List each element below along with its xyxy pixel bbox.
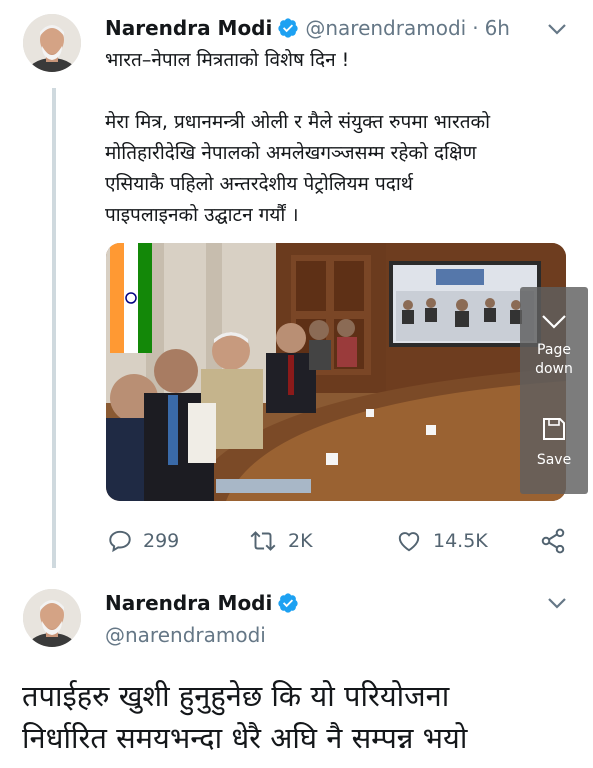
chevron-down-icon[interactable] — [546, 21, 568, 35]
tweet-reply-text: तपाईहरु खुशी हुनुहुनेछ कि यो परियोजना नि… — [22, 675, 582, 759]
author-name-row: Narendra Modi — [105, 591, 305, 615]
tweet-main: Narendra Modi @narendramodi · 6h भारत–ने… — [0, 0, 593, 575]
tweet-timestamp[interactable]: 6h — [485, 16, 510, 40]
retweet-icon — [250, 531, 276, 551]
like-count: 14.5K — [433, 530, 488, 552]
tweet-header: Narendra Modi @narendramodi · 6h — [105, 14, 510, 42]
tweet-reply-line: निर्धारित समयभन्दा धेरै अघि नै सम्पन्न भ… — [22, 721, 468, 755]
tweet-reply-line: तपाईहरु खुशी हुनुहुनेछ कि यो परियोजना — [22, 679, 450, 713]
reply-icon — [109, 530, 131, 553]
tweet-body: मेरा मित्र, प्रधानमन्त्री ओली र मैले संय… — [105, 107, 570, 231]
save-label: Save — [536, 452, 572, 468]
author-name[interactable]: Narendra Modi — [105, 591, 272, 615]
verified-badge-icon — [277, 592, 299, 614]
floating-tool-overlay: Page down Save — [520, 287, 588, 494]
author-avatar[interactable] — [23, 589, 81, 647]
share-button[interactable] — [539, 524, 577, 558]
tweet-actions: 299 2K 14.5K — [105, 524, 571, 558]
page-down-icon — [542, 315, 566, 329]
thread-connector-line — [52, 88, 56, 568]
tweet-body-line: पाइपलाइनको उद्घाटन गर्यौं । — [105, 204, 299, 226]
separator-dot: · — [472, 16, 479, 40]
tweet-reply: Narendra Modi @narendramodi तपाईहरु खुशी… — [0, 575, 593, 768]
author-name[interactable]: Narendra Modi — [105, 16, 272, 40]
save-button[interactable]: Save — [520, 415, 588, 470]
reply-button[interactable]: 299 — [107, 524, 179, 558]
share-icon — [541, 528, 565, 554]
like-icon — [398, 532, 420, 552]
tweet-title-line: भारत–नेपाल मित्रताको विशेष दिन ! — [105, 49, 350, 71]
reply-count: 299 — [143, 530, 180, 552]
like-button[interactable]: 14.5K — [395, 524, 488, 558]
tweet-photo[interactable] — [106, 243, 566, 501]
verified-badge-icon — [277, 17, 299, 39]
tweet-body-line: मोतिहारीदेखि नेपालको अमलेखगञ्जसम्म रहेको… — [105, 142, 477, 164]
author-handle[interactable]: @narendramodi — [305, 16, 466, 40]
tweet-body-line: एसियाकै पहिलो अन्तरदेशीय पेट्रोलियम पदार… — [105, 173, 413, 195]
page-down-label-line1: Page — [537, 342, 571, 358]
author-avatar[interactable] — [23, 14, 81, 72]
tweet-body-line: मेरा मित्र, प्रधानमन्त्री ओली र मैले संय… — [105, 111, 491, 133]
chevron-down-icon[interactable] — [546, 595, 568, 609]
page-down-button[interactable]: Page down — [520, 311, 588, 379]
retweet-count: 2K — [288, 530, 313, 552]
save-icon — [543, 418, 565, 440]
page-down-label-line2: down — [535, 361, 573, 377]
author-handle[interactable]: @narendramodi — [105, 623, 266, 647]
retweet-button[interactable]: 2K — [248, 524, 313, 558]
